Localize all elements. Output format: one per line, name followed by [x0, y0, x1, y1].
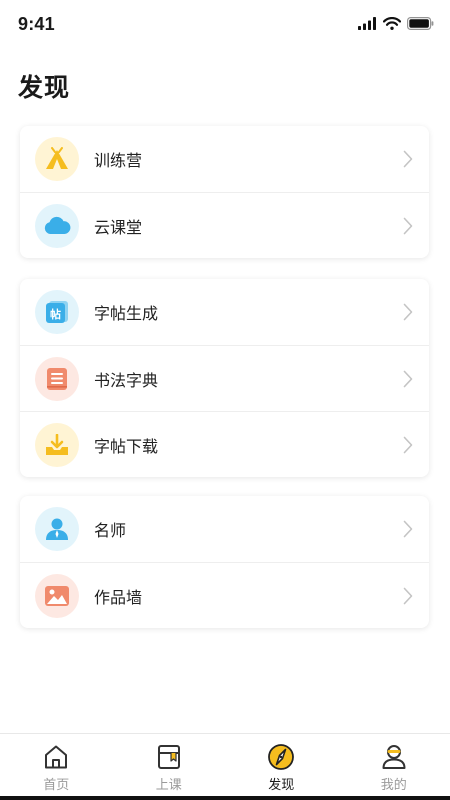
icon-circle [35, 137, 79, 181]
picture-gallery-icon [45, 586, 69, 606]
profile-icon [382, 745, 406, 769]
dictionary-book-icon [47, 368, 67, 390]
home-icon [45, 745, 68, 769]
page-title: 发现 [18, 73, 71, 102]
chevron-right-icon [403, 150, 413, 168]
menu-item-famous-teacher[interactable]: 名师 [20, 496, 429, 562]
tab-label: 发现 [268, 778, 295, 793]
signal-icon [358, 17, 376, 30]
icon-circle [35, 507, 79, 551]
feature-group-3: 名师 作品墙 [20, 496, 429, 628]
menu-item-label: 作品墙 [94, 587, 143, 607]
menu-item-label: 名师 [94, 521, 127, 540]
book-icon [157, 745, 180, 769]
menu-item-label: 字帖生成 [94, 304, 159, 323]
tab-label: 上课 [155, 778, 182, 793]
feature-group-2: 帖 字帖生成 书法字典 字帖下载 [20, 279, 429, 477]
status-bar: 9:41 [0, 0, 450, 52]
compass-icon [268, 744, 295, 770]
tab-mine[interactable]: 我的 [338, 734, 450, 800]
icon-circle [35, 357, 79, 401]
home-indicator [0, 796, 450, 800]
download-tray-icon [46, 434, 68, 455]
icon-circle [35, 423, 79, 467]
menu-item-training-camp[interactable]: 训练营 [20, 126, 429, 192]
copybook-icon: 帖 [46, 301, 68, 323]
menu-item-label: 训练营 [94, 151, 143, 170]
chevron-right-icon [403, 587, 413, 605]
chevron-right-icon [403, 436, 413, 454]
menu-item-copybook-generate[interactable]: 帖 字帖生成 [20, 279, 429, 345]
wifi-icon [383, 17, 401, 30]
chevron-right-icon [403, 520, 413, 538]
tab-class[interactable]: 上课 [113, 734, 226, 800]
icon-circle: 帖 [35, 290, 79, 334]
teacher-person-icon [46, 518, 68, 540]
tent-icon [46, 147, 68, 169]
copybook-glyph: 帖 [50, 307, 61, 321]
feature-group-1: 训练营 云课堂 [20, 126, 429, 258]
chevron-right-icon [403, 303, 413, 321]
menu-item-label: 云课堂 [94, 217, 143, 237]
menu-item-cloud-class[interactable]: 云课堂 [20, 192, 429, 258]
icon-circle [35, 204, 79, 248]
menu-item-label: 书法字典 [94, 370, 159, 390]
status-time: 9:41 [18, 14, 55, 34]
menu-item-label: 字帖下载 [94, 436, 159, 456]
chevron-right-icon [403, 370, 413, 388]
bottom-tab-bar: 首页 上课 发现 我的 [0, 733, 450, 800]
battery-icon [407, 17, 434, 30]
tab-label: 我的 [380, 778, 407, 793]
cloud-icon [44, 216, 71, 234]
chevron-right-icon [403, 217, 413, 235]
menu-item-works-wall[interactable]: 作品墙 [20, 562, 429, 628]
icon-circle [35, 574, 79, 618]
menu-item-calligraphy-dictionary[interactable]: 书法字典 [20, 345, 429, 411]
menu-item-copybook-download[interactable]: 字帖下载 [20, 411, 429, 477]
tab-home[interactable]: 首页 [0, 734, 113, 800]
tab-discover[interactable]: 发现 [225, 734, 338, 800]
tab-label: 首页 [43, 778, 70, 793]
